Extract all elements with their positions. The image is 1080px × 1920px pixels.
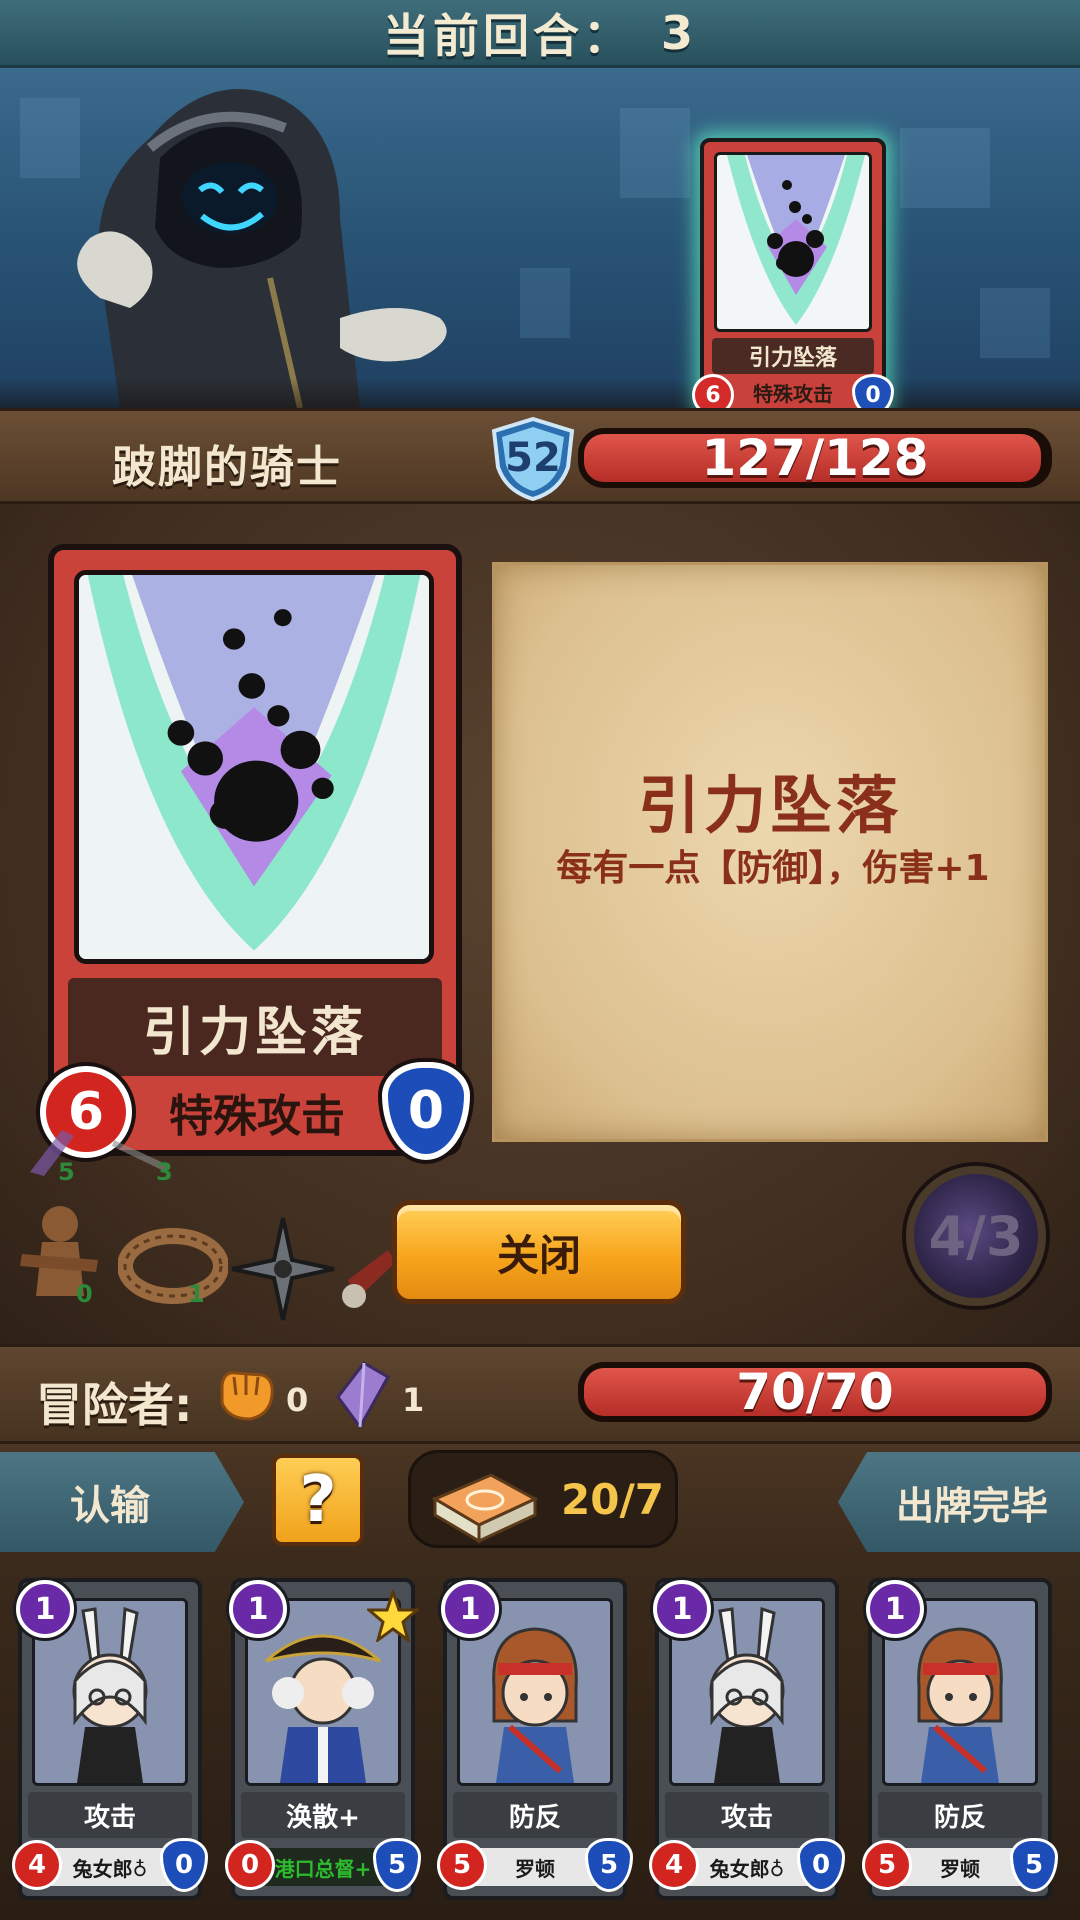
deck-pile[interactable]: 20/7 [408, 1450, 678, 1548]
enemy-scene [0, 68, 1080, 408]
surrender-button[interactable]: 认输 [0, 1452, 244, 1552]
rope-coil-count: 1 [188, 1280, 205, 1308]
deck-count: 20/7 [561, 1475, 665, 1524]
hand-card-name: 防反 [878, 1792, 1042, 1838]
voodoo-doll-count: 0 [76, 1280, 93, 1308]
enemy-level: 52 [505, 435, 561, 481]
description-text: 每有一点【防御】，伤害+1 [556, 848, 990, 889]
energy-cost-badge: 1 [866, 1580, 924, 1638]
turn-label: 当前回合： [382, 8, 633, 63]
card-description-panel: 引力坠落 每有一点【防御】，伤害+1 [492, 562, 1048, 1142]
star-icon [367, 1590, 419, 1642]
played-card-type: 特殊攻击 [753, 381, 833, 406]
hand-card[interactable]: 攻击 兔女郎♁ 1 4 0 [649, 1578, 845, 1900]
energy-cost-badge: 1 [16, 1580, 74, 1638]
energy-orb: 4/3 [906, 1166, 1046, 1306]
turn-banner: 当前回合： 3 [0, 0, 1080, 68]
hand-card-owner: 罗顿 [469, 1848, 601, 1886]
turn-number: 3 [660, 5, 697, 60]
hand-card-name: 攻击 [28, 1792, 192, 1838]
enemy-played-card[interactable]: 引力坠落 特殊攻击 6 0 [692, 138, 894, 416]
voodoo-doll-icon[interactable]: 0 [12, 1200, 108, 1310]
hand-card-owner: 兔女郎♁ [681, 1848, 813, 1886]
hand-card-name: 防反 [453, 1792, 617, 1838]
energy-cost-badge: 1 [653, 1580, 711, 1638]
enemy-level-badge: 52 [490, 416, 576, 502]
hand-card-name: 攻击 [665, 1792, 829, 1838]
player-hp-text: 70/70 [736, 1363, 894, 1421]
played-card-name: 引力坠落 [712, 338, 874, 374]
attack-badge: 5 [437, 1840, 487, 1890]
enemy-hp-text: 127/128 [701, 429, 929, 487]
hand-card-owner: 罗顿 [894, 1848, 1026, 1886]
player-label: 冒险者: [36, 1378, 193, 1432]
hand-card[interactable]: 防反 罗顿 1 5 5 [437, 1578, 633, 1900]
rope-coil-icon[interactable]: 1 [117, 1222, 229, 1312]
description-title: 引力坠落 [637, 769, 902, 842]
scroll-icon[interactable] [338, 1240, 398, 1320]
enemy-hp-bar: 127/128 [578, 428, 1052, 488]
blade-count: 3 [156, 1158, 173, 1186]
hand-card[interactable]: 涣散+ 港口总督+ 1 0 5 [225, 1578, 421, 1900]
attack-badge: 0 [225, 1840, 275, 1890]
gravity-fall-art-large [74, 570, 434, 964]
energy-cost-badge: 1 [441, 1580, 499, 1638]
player-hp-bar: 70/70 [578, 1362, 1052, 1422]
close-button[interactable]: 关闭 [392, 1200, 686, 1304]
hand-card[interactable]: 防反 罗顿 1 5 5 [862, 1578, 1058, 1900]
help-button[interactable]: ? [272, 1454, 364, 1546]
card-detail: 引力坠落 特殊攻击 6 0 [40, 544, 470, 1160]
claw-count: 5 [58, 1158, 75, 1186]
claw-icon[interactable]: 5 [22, 1124, 82, 1186]
end-turn-button[interactable]: 出牌完毕 [838, 1452, 1080, 1552]
fist-count: 0 [286, 1381, 309, 1419]
hand-card-name: 涣散+ [241, 1792, 405, 1838]
enemy-name: 跛脚的骑士 [112, 442, 342, 493]
hand-card-owner: 兔女郎♁ [44, 1848, 176, 1886]
crystal-icon [336, 1361, 391, 1429]
energy-cost-badge: 1 [229, 1580, 287, 1638]
hand-card-owner: 港口总督+ [257, 1848, 389, 1886]
deck-icon [431, 1473, 539, 1543]
attack-badge: 4 [12, 1840, 62, 1890]
detail-card-name: 引力坠落 [68, 978, 442, 1076]
enemy-portrait [77, 89, 447, 408]
shuriken-icon[interactable] [228, 1214, 338, 1324]
blade-icon[interactable]: 3 [110, 1130, 180, 1186]
detail-card-defense-badge: 0 [382, 1062, 470, 1160]
gravity-fall-art [714, 152, 872, 332]
crystal-count: 1 [402, 1381, 425, 1419]
fist-icon [220, 1371, 274, 1421]
hand-card[interactable]: 攻击 兔女郎♁ 1 4 0 [12, 1578, 208, 1900]
attack-badge: 4 [649, 1840, 699, 1890]
attack-badge: 5 [862, 1840, 912, 1890]
